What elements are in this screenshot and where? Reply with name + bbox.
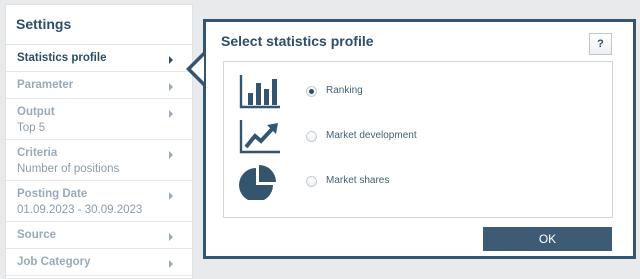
trend-line-icon [239, 120, 280, 154]
sidebar-item-statistics-profile[interactable]: Statistics profile [6, 45, 192, 72]
chevron-right-icon [169, 260, 173, 268]
pie-chart-icon [239, 165, 276, 200]
sidebar-item-job-category[interactable]: Job Category [6, 249, 192, 276]
chevron-right-icon [169, 192, 173, 200]
ranking-radio[interactable] [306, 86, 317, 97]
chevron-right-icon [169, 110, 173, 118]
sidebar-item-output[interactable]: Output Top 5 [6, 99, 192, 140]
option-ranking[interactable]: Ranking [224, 72, 612, 112]
bar-chart-icon [239, 75, 280, 109]
chevron-right-icon [169, 83, 173, 91]
profile-options-panel: Ranking Market development Market shares [223, 61, 613, 218]
market-development-radio[interactable] [306, 131, 317, 142]
dialog-title: Select statistics profile [221, 33, 374, 49]
ok-button[interactable]: OK [483, 227, 612, 251]
settings-sidebar: Settings Statistics profile Parameter Ou… [5, 4, 193, 279]
sidebar-item-parameter[interactable]: Parameter [6, 72, 192, 99]
sidebar-item-label: Parameter [17, 79, 74, 91]
sidebar-item-label: Statistics profile [17, 52, 107, 64]
chevron-right-icon [169, 233, 173, 241]
option-label[interactable]: Ranking [326, 85, 363, 96]
statistics-profile-dialog: Select statistics profile ? Ranking Mark… [203, 19, 636, 259]
sidebar-item-label: Criteria [17, 147, 58, 159]
sidebar-item-value: 01.09.2023 - 30.09.2023 [17, 204, 143, 216]
sidebar-item-label: Job Category [17, 256, 91, 268]
chevron-right-icon [169, 151, 173, 159]
sidebar-item-label: Source [17, 229, 56, 241]
option-market-shares[interactable]: Market shares [224, 162, 612, 202]
sidebar-item-label: Posting Date [17, 188, 88, 200]
sidebar-item-value: Number of positions [17, 163, 120, 175]
dialog-pointer-fill [191, 56, 204, 82]
sidebar-item-label: Output [17, 106, 55, 118]
option-market-development[interactable]: Market development [224, 117, 612, 157]
option-label[interactable]: Market development [326, 130, 417, 141]
market-shares-radio[interactable] [306, 176, 317, 187]
sidebar-item-source[interactable]: Source [6, 222, 192, 249]
sidebar-title: Settings [6, 5, 192, 45]
sidebar-item-criteria[interactable]: Criteria Number of positions [6, 140, 192, 181]
sidebar-item-value: Top 5 [17, 122, 46, 134]
help-button[interactable]: ? [589, 33, 612, 55]
option-label[interactable]: Market shares [326, 175, 389, 186]
chevron-right-icon [169, 56, 173, 64]
sidebar-item-posting-date[interactable]: Posting Date 01.09.2023 - 30.09.2023 [6, 181, 192, 222]
